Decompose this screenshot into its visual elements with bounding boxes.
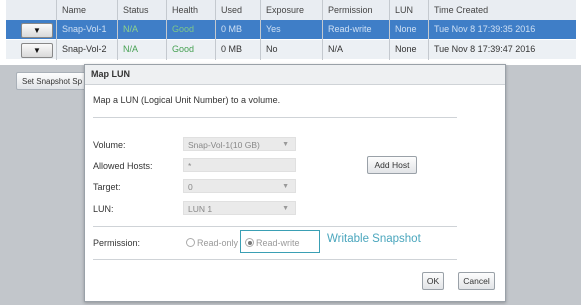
column-header-lun[interactable]: LUN xyxy=(395,5,413,15)
cell-permission: Read-write xyxy=(328,24,372,34)
row-expand-arrow-icon[interactable]: ▼ xyxy=(21,23,53,38)
cell-lun: None xyxy=(395,24,417,34)
cell-name: Snap-Vol-1 xyxy=(62,24,107,34)
writable-snapshot-callout: Writable Snapshot xyxy=(327,233,421,245)
cell-name: Snap-Vol-2 xyxy=(62,44,107,54)
lun-select[interactable]: LUN 1 ▼ xyxy=(183,201,296,215)
target-label: Target: xyxy=(93,182,121,192)
allowed-hosts-label: Allowed Hosts: xyxy=(93,161,153,171)
row-expand-arrow-icon[interactable]: ▼ xyxy=(21,43,53,58)
target-select[interactable]: 0 ▼ xyxy=(183,179,296,193)
cell-exposure: Yes xyxy=(266,24,281,34)
column-divider xyxy=(117,0,118,60)
column-header-status[interactable]: Status xyxy=(123,5,149,15)
highlight-box xyxy=(240,230,320,253)
cell-health: Good xyxy=(172,44,195,54)
column-divider xyxy=(389,0,390,60)
volume-label: Volume: xyxy=(93,140,126,150)
permission-read-only-label[interactable]: Read-only xyxy=(197,238,238,248)
chevron-down-icon: ▼ xyxy=(282,183,289,190)
column-divider xyxy=(215,0,216,60)
lun-label: LUN: xyxy=(93,204,114,214)
cell-health: Good xyxy=(172,24,195,34)
chevron-down-icon: ▼ xyxy=(282,141,289,148)
dialog-description: Map a LUN (Logical Unit Number) to a vol… xyxy=(93,95,281,105)
column-header-name[interactable]: Name xyxy=(62,5,86,15)
volume-select[interactable]: Snap-Vol-1(10 GB) ▼ xyxy=(183,137,296,151)
cell-exposure: No xyxy=(266,44,278,54)
column-header-permission[interactable]: Permission xyxy=(328,5,373,15)
cancel-button[interactable]: Cancel xyxy=(458,272,495,290)
cell-time-created: Tue Nov 8 17:39:35 2016 xyxy=(434,24,536,34)
table-row[interactable]: ▼ Snap-Vol-2 N/A Good 0 MB No N/A None T… xyxy=(6,40,576,59)
cell-used: 0 MB xyxy=(221,44,243,54)
lun-select-value: LUN 1 xyxy=(188,204,213,214)
permission-read-only-radio[interactable] xyxy=(186,238,195,247)
allowed-hosts-input[interactable]: * xyxy=(183,158,296,172)
cell-status: N/A xyxy=(123,24,139,34)
dialog-title-bar[interactable]: Map LUN xyxy=(85,65,505,85)
cell-permission: N/A xyxy=(328,44,344,54)
column-divider xyxy=(428,0,429,60)
divider xyxy=(93,226,457,227)
target-select-value: 0 xyxy=(188,182,193,192)
map-lun-dialog: Map LUN Map a LUN (Logical Unit Number) … xyxy=(84,64,506,302)
table-header: Name Status Health Used Exposure Permiss… xyxy=(6,0,576,21)
column-divider xyxy=(166,0,167,60)
cell-used: 0 MB xyxy=(221,24,243,34)
column-divider xyxy=(322,0,323,60)
cell-lun: None xyxy=(395,44,417,54)
add-host-button[interactable]: Add Host xyxy=(367,156,417,174)
volume-select-value: Snap-Vol-1(10 GB) xyxy=(188,140,260,150)
ok-button[interactable]: OK xyxy=(422,272,444,290)
chevron-down-icon: ▼ xyxy=(282,205,289,212)
dialog-title: Map LUN xyxy=(91,69,130,79)
permission-label: Permission: xyxy=(93,238,141,248)
column-header-exposure[interactable]: Exposure xyxy=(266,5,304,15)
column-divider xyxy=(56,0,57,60)
divider xyxy=(93,117,457,118)
column-header-health[interactable]: Health xyxy=(172,5,198,15)
table-row[interactable]: ▼ Snap-Vol-1 N/A Good 0 MB Yes Read-writ… xyxy=(6,20,576,39)
column-divider xyxy=(260,0,261,60)
cell-time-created: Tue Nov 8 17:39:47 2016 xyxy=(434,44,536,54)
cell-status: N/A xyxy=(123,44,139,54)
column-header-time-created[interactable]: Time Created xyxy=(434,5,488,15)
column-header-used[interactable]: Used xyxy=(221,5,242,15)
divider xyxy=(93,259,457,260)
